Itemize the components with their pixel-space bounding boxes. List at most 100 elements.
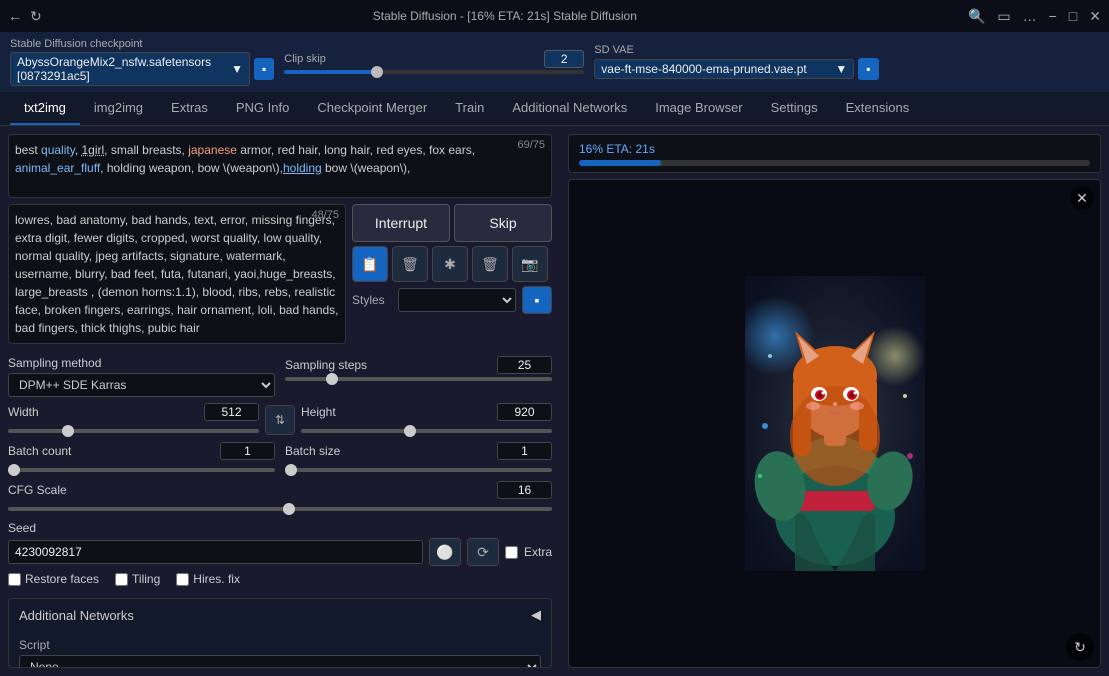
additional-networks-section: Additional Networks ◀ Script None: [8, 598, 552, 668]
batch-size-value[interactable]: [497, 442, 552, 460]
tiling-checkbox[interactable]: Tiling: [115, 572, 160, 586]
additional-networks-content: Script None: [9, 631, 551, 668]
actions-area: 48/75 lowres, bad anatomy, bad hands, te…: [8, 204, 552, 344]
skip-button[interactable]: Skip: [454, 204, 552, 242]
more-button[interactable]: …: [1023, 8, 1037, 24]
progress-track: [579, 160, 1090, 166]
seed-input[interactable]: [8, 540, 423, 564]
tab-extensions[interactable]: Extensions: [832, 92, 924, 125]
batch-size-label: Batch size: [285, 444, 340, 458]
clip-skip-value: 2: [544, 50, 584, 68]
main-content: 69/75 best quality, 1girl, small breasts…: [0, 126, 1109, 676]
sampling-steps-label: Sampling steps: [285, 358, 367, 372]
extra-icon-button[interactable]: ✱: [432, 246, 468, 282]
positive-prompt-text[interactable]: best quality, 1girl, small breasts, japa…: [15, 141, 545, 191]
tab-txt2img[interactable]: txt2img: [10, 92, 80, 125]
close-button[interactable]: ✕: [1089, 8, 1101, 25]
sampling-steps-group: Sampling steps: [285, 356, 552, 397]
width-value[interactable]: [204, 403, 259, 421]
cfg-value[interactable]: [497, 481, 552, 499]
negative-prompt-text[interactable]: lowres, bad anatomy, bad hands, text, er…: [15, 211, 339, 337]
checkpoint-select[interactable]: AbyssOrangeMix2_nsfw.safetensors [087329…: [10, 52, 250, 86]
tab-image-browser[interactable]: Image Browser: [641, 92, 756, 125]
height-value[interactable]: [497, 403, 552, 421]
height-group: Height: [301, 403, 552, 436]
progress-fill: [579, 160, 661, 166]
script-select[interactable]: None: [19, 655, 541, 668]
sdvae-apply-button[interactable]: ▪: [858, 58, 878, 80]
animal-ear-link[interactable]: animal_ear_fluff: [15, 161, 100, 175]
negative-prompt-counter: 48/75: [311, 209, 339, 221]
right-actions: Interrupt Skip 📋 🗑 ✱ 🗑 📷 Styles ▪: [352, 204, 552, 344]
image-refresh-button[interactable]: ↻: [1066, 633, 1094, 661]
back-button[interactable]: ←: [8, 8, 22, 24]
clip-skip-group: Clip skip 2: [284, 50, 584, 74]
sdvae-group: SD VAE vae-ft-mse-840000-ema-pruned.vae.…: [594, 44, 878, 80]
tab-png-info[interactable]: PNG Info: [222, 92, 303, 125]
checkpoint-label: Stable Diffusion checkpoint: [10, 38, 274, 50]
tab-img2img[interactable]: img2img: [80, 92, 157, 125]
positive-prompt-box[interactable]: 69/75 best quality, 1girl, small breasts…: [8, 134, 552, 198]
interrupt-skip-row: Interrupt Skip: [352, 204, 552, 242]
additional-networks-header[interactable]: Additional Networks ◀: [9, 599, 551, 631]
sampling-steps-value[interactable]: [497, 356, 552, 374]
seed-recycle-button[interactable]: ⟳: [467, 538, 499, 566]
batch-size-slider[interactable]: [285, 468, 552, 472]
hires-fix-checkbox[interactable]: Hires. fix: [176, 572, 240, 586]
additional-networks-collapse-icon: ◀: [531, 607, 541, 623]
delete-icon-button[interactable]: 🗑: [472, 246, 508, 282]
sampling-steps-slider[interactable]: [285, 377, 552, 381]
checkpoint-apply-button[interactable]: ▪: [254, 58, 274, 80]
reload-button[interactable]: ↻: [30, 8, 42, 25]
restore-faces-checkbox[interactable]: Restore faces: [8, 572, 99, 586]
trash-icon-button[interactable]: 🗑: [392, 246, 428, 282]
sampling-method-select[interactable]: DPM++ SDE Karras: [8, 373, 275, 397]
titlebar: ← ↻ Stable Diffusion - [16% ETA: 21s] St…: [0, 0, 1109, 32]
left-panel: 69/75 best quality, 1girl, small breasts…: [0, 126, 560, 676]
batch-count-value[interactable]: [220, 442, 275, 460]
styles-apply-button[interactable]: ▪: [522, 286, 552, 314]
search-button[interactable]: 🔍: [968, 8, 985, 25]
right-panel: 16% ETA: 21s ✕: [560, 126, 1109, 676]
tab-extras[interactable]: Extras: [157, 92, 222, 125]
image-close-button[interactable]: ✕: [1070, 186, 1094, 210]
interrupt-button[interactable]: Interrupt: [352, 204, 450, 242]
tab-additional-networks[interactable]: Additional Networks: [498, 92, 641, 125]
height-slider[interactable]: [301, 429, 552, 433]
paste-icon-button[interactable]: 📋: [352, 246, 388, 282]
generated-image: [745, 276, 925, 571]
image-icon-button[interactable]: 📷: [512, 246, 548, 282]
icon-buttons-row: 📋 🗑 ✱ 🗑 📷: [352, 246, 552, 282]
tab-checkpoint-merger[interactable]: Checkpoint Merger: [303, 92, 441, 125]
sdvae-label: SD VAE: [594, 44, 878, 56]
styles-select[interactable]: [398, 288, 516, 312]
seed-label: Seed: [8, 521, 36, 535]
seed-random-button[interactable]: ⚪: [429, 538, 461, 566]
negative-prompt-box[interactable]: 48/75 lowres, bad anatomy, bad hands, te…: [8, 204, 346, 344]
clip-skip-label: Clip skip: [284, 53, 326, 65]
styles-row: Styles ▪: [352, 286, 552, 314]
cfg-slider[interactable]: [8, 507, 552, 511]
extra-checkbox[interactable]: [505, 546, 518, 559]
holding-link[interactable]: holding: [283, 161, 322, 175]
seed-group: Seed ⚪ ⟳ Extra: [8, 520, 552, 566]
positive-prompt-counter: 69/75: [517, 139, 545, 151]
width-slider[interactable]: [8, 429, 259, 433]
minimize-button[interactable]: −: [1049, 8, 1057, 24]
checkboxes-row: Restore faces Tiling Hires. fix: [8, 572, 552, 586]
maximize-button[interactable]: □: [1069, 8, 1077, 24]
additional-networks-title: Additional Networks: [19, 608, 134, 623]
sampling-method-label: Sampling method: [8, 356, 101, 370]
sdvae-select[interactable]: vae-ft-mse-840000-ema-pruned.vae.pt ▼: [594, 59, 854, 79]
progress-label: 16% ETA: 21s: [579, 142, 655, 156]
swap-dimensions-button[interactable]: ⇅: [265, 405, 295, 435]
tabs: txt2img img2img Extras PNG Info Checkpoi…: [0, 92, 1109, 126]
cast-button[interactable]: ▭: [997, 8, 1010, 25]
batch-count-slider[interactable]: [8, 468, 275, 472]
cfg-label: CFG Scale: [8, 483, 67, 497]
japanese-link[interactable]: japanese: [188, 143, 237, 157]
quality-link[interactable]: quality: [41, 143, 75, 157]
tab-train[interactable]: Train: [441, 92, 498, 125]
tab-settings[interactable]: Settings: [757, 92, 832, 125]
topbar: Stable Diffusion checkpoint AbyssOrangeM…: [0, 32, 1109, 92]
